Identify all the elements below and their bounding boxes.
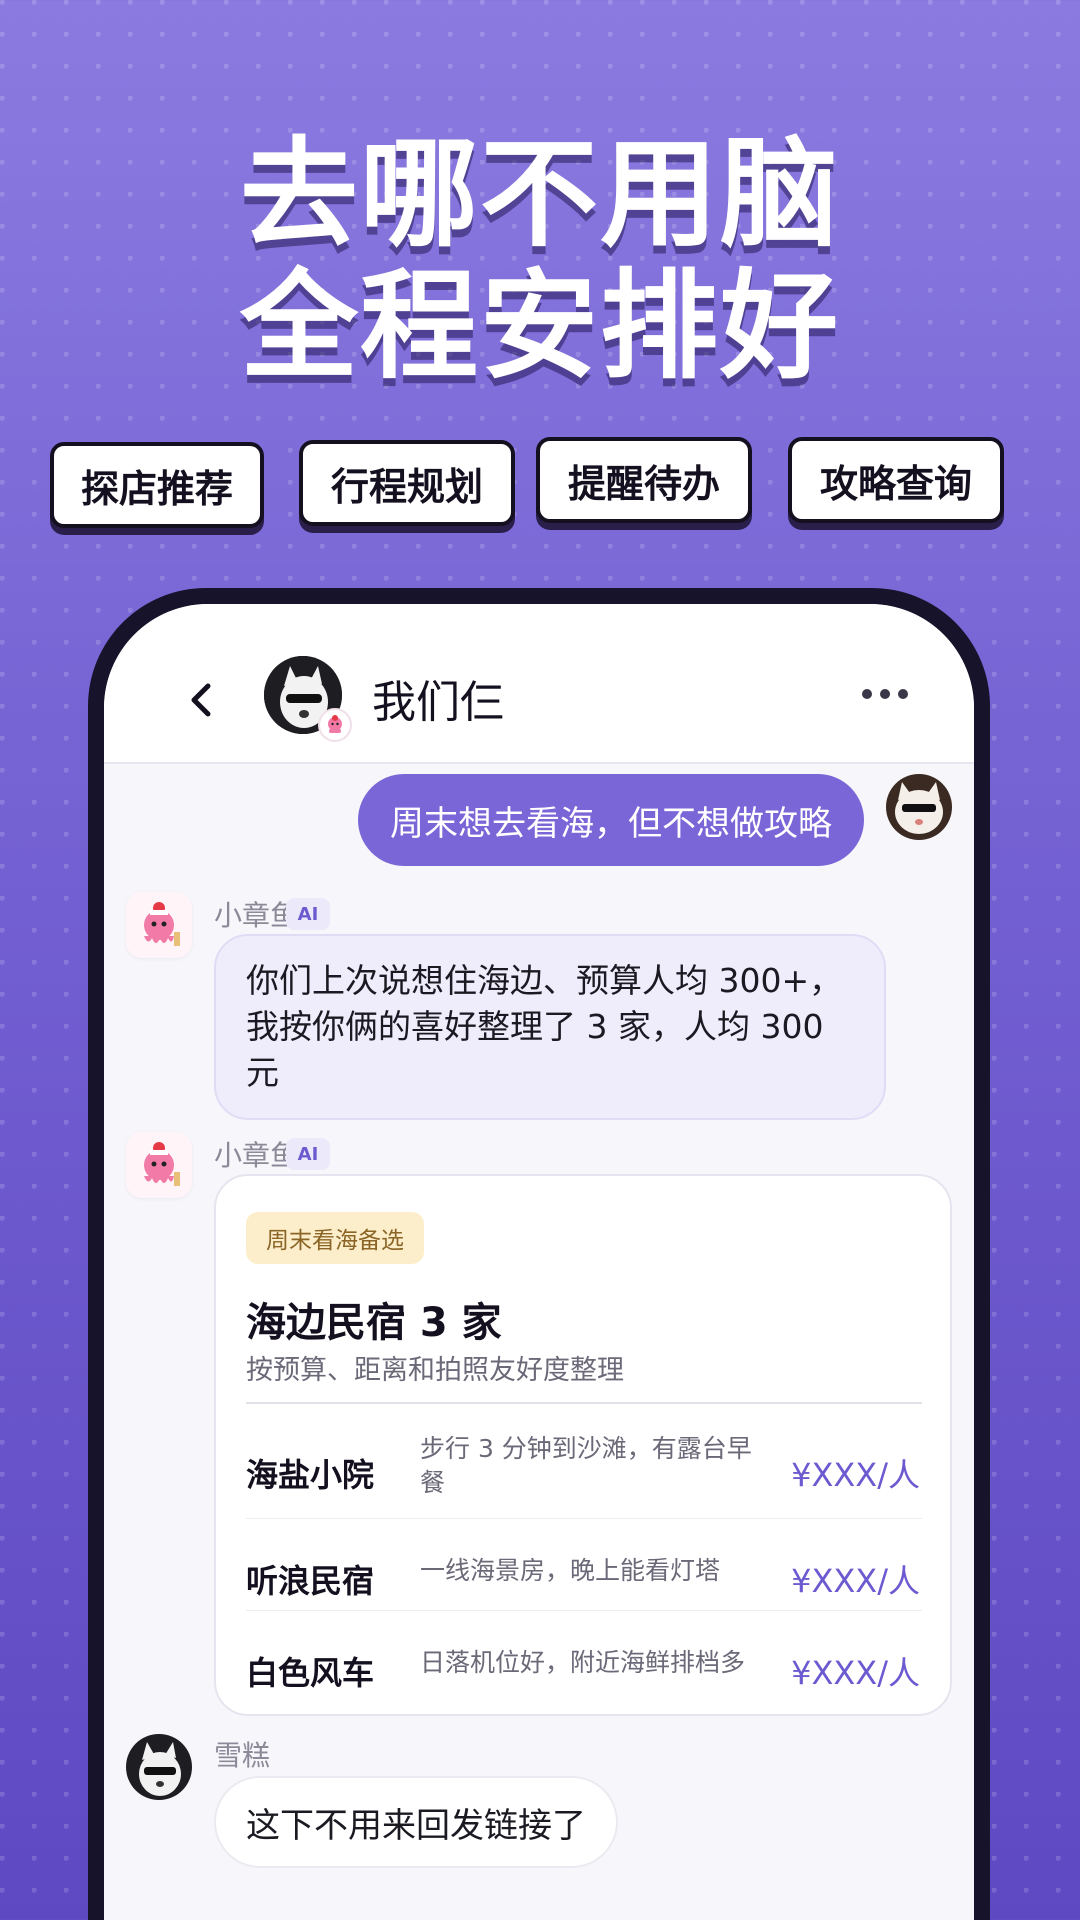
bot-avatar[interactable] — [126, 892, 192, 958]
phone-frame: 我们仨 周末想去看海，但不想做攻略 小章鱼 AI 你们上次说想住海边、预算人均 … — [88, 588, 990, 1920]
homestay-price: ¥XXX/人 — [791, 1562, 920, 1600]
homestay-name[interactable]: 白色风车 — [246, 1648, 374, 1694]
homestay-card[interactable]: 周末看海备选 海边民宿 3 家 按预算、距离和拍照友好度整理 海盐小院 步行 3… — [214, 1174, 952, 1716]
row-divider — [246, 1518, 922, 1519]
tag-store-recommend[interactable]: 探店推荐 — [50, 442, 264, 528]
hero-title-line-1: 去哪不用脑 — [239, 125, 840, 263]
octopus-avatar-icon — [126, 892, 192, 958]
homestay-price: ¥XXX/人 — [791, 1456, 920, 1494]
ai-badge-2: AI — [286, 1138, 330, 1170]
homestay-desc: 一线海景房，晚上能看灯塔 — [420, 1556, 721, 1585]
homestay-desc: 步行 3 分钟到沙滩，有露台早餐 — [420, 1434, 752, 1497]
phone-screen: 我们仨 周末想去看海，但不想做攻略 小章鱼 AI 你们上次说想住海边、预算人均 … — [104, 604, 974, 1920]
ai-badge: AI — [286, 898, 330, 930]
friend-avatar[interactable] — [126, 1734, 192, 1800]
octopus-badge-icon — [318, 708, 352, 742]
octopus-avatar-icon — [126, 1132, 192, 1198]
bot-avatar-2[interactable] — [126, 1132, 192, 1198]
chat-header: 我们仨 — [104, 604, 974, 764]
hero-title: 去哪不用脑 全程安排好 — [0, 128, 1080, 392]
card-title: 海边民宿 3 家 — [246, 1300, 502, 1346]
friend-name: 雪糕 — [214, 1739, 271, 1772]
tag-guide-search[interactable]: 攻略查询 — [788, 437, 1004, 523]
card-subtitle: 按预算、距离和拍照友好度整理 — [246, 1355, 624, 1386]
back-chevron-icon[interactable] — [182, 680, 222, 720]
card-tag: 周末看海备选 — [246, 1212, 424, 1264]
homestay-desc: 日落机位好，附近海鲜排档多 — [420, 1648, 746, 1677]
dog-avatar-icon — [126, 1734, 192, 1800]
user-avatar[interactable] — [886, 774, 952, 840]
tag-itinerary-planning[interactable]: 行程规划 — [299, 440, 515, 526]
friend-message-bubble[interactable]: 这下不用来回发链接了 — [214, 1776, 618, 1868]
homestay-name[interactable]: 海盐小院 — [246, 1450, 374, 1496]
more-dots-icon[interactable] — [860, 684, 910, 704]
card-divider — [246, 1402, 922, 1404]
row-divider — [246, 1610, 922, 1611]
homestay-name[interactable]: 听浪民宿 — [246, 1556, 374, 1602]
cat-avatar-icon — [886, 774, 952, 840]
tag-reminders-todo[interactable]: 提醒待办 — [536, 437, 752, 523]
bot-message-bubble[interactable]: 你们上次说想住海边、预算人均 300+，我按你俩的喜好整理了 3 家，人均 30… — [214, 934, 886, 1120]
homestay-price: ¥XXX/人 — [791, 1654, 920, 1692]
user-message-bubble[interactable]: 周末想去看海，但不想做攻略 — [358, 774, 864, 866]
hero-title-line-2: 全程安排好 — [239, 257, 840, 395]
chat-title: 我们仨 — [372, 677, 504, 728]
